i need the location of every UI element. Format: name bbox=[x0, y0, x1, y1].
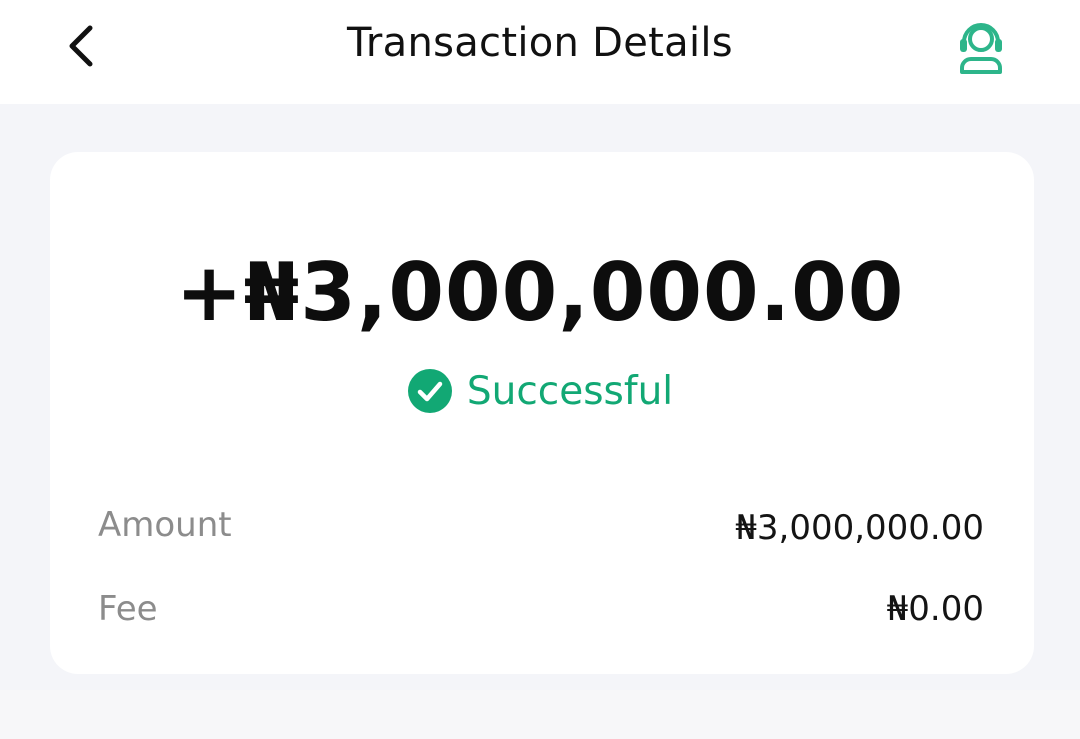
check-circle-icon bbox=[407, 369, 452, 413]
customer-support-headset-icon bbox=[960, 23, 1002, 74]
fee-value: ₦0.00 bbox=[886, 589, 984, 629]
transaction-amount: +₦3,000,000.00 bbox=[175, 246, 905, 339]
page-title: Transaction Details bbox=[347, 20, 733, 66]
app-header: Transaction Details bbox=[0, 0, 1080, 104]
amount-label: Amount bbox=[98, 505, 232, 545]
bottom-section-background bbox=[0, 690, 1080, 739]
amount-value: ₦3,000,000.00 bbox=[735, 508, 984, 548]
customer-support-button[interactable] bbox=[948, 14, 1014, 80]
status-label: Successful bbox=[466, 368, 674, 414]
transaction-status: Successful bbox=[0, 368, 1080, 414]
fee-label: Fee bbox=[98, 589, 158, 629]
